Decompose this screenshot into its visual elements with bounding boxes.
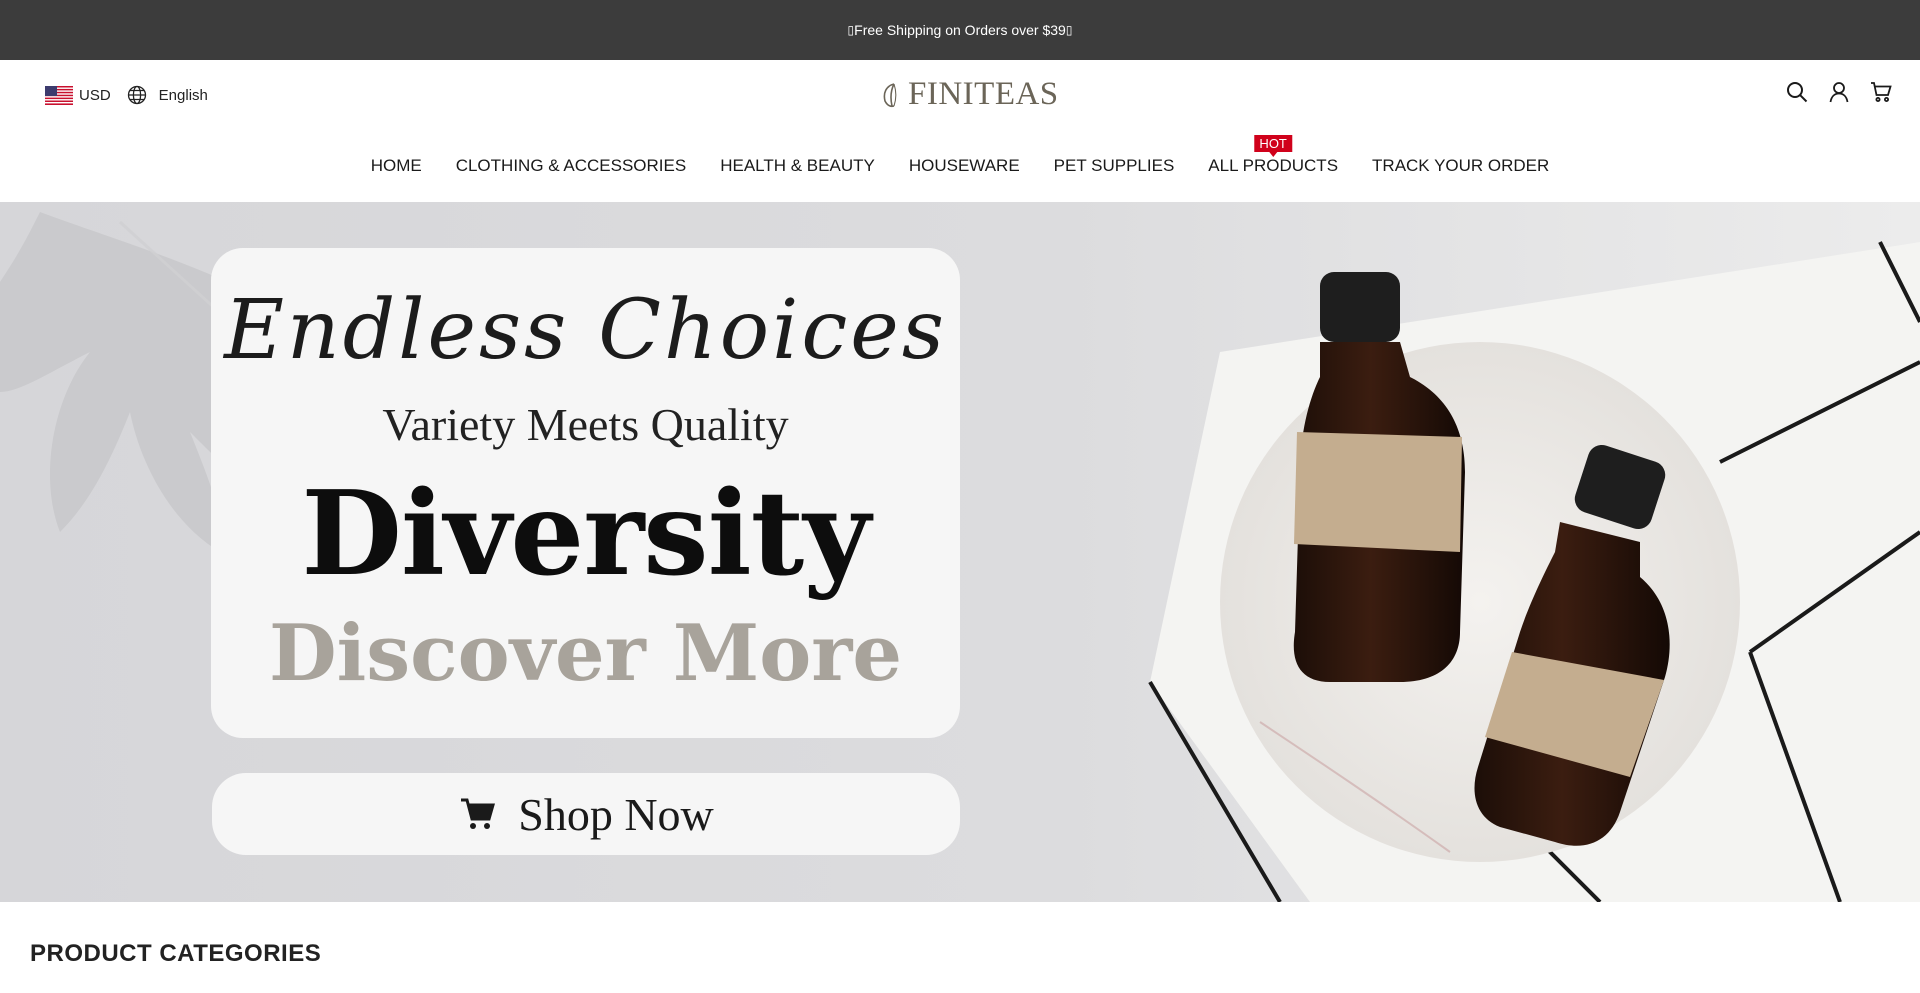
us-flag-icon: [45, 85, 73, 105]
nav-item-pet-supplies[interactable]: PET SUPPLIES: [1054, 156, 1175, 176]
hero-headline: Diversity: [301, 466, 870, 602]
announcement-text: Free Shipping on Orders over $39: [854, 22, 1066, 38]
language-label: English: [158, 86, 208, 104]
currency-selector[interactable]: USD: [45, 85, 111, 105]
product-categories-heading: PRODUCT CATEGORIES: [30, 940, 322, 967]
nav-item-health-beauty[interactable]: HEALTH & BEAUTY: [720, 156, 875, 176]
announcement-bar: ▯ Free Shipping on Orders over $39 ▯: [0, 0, 1920, 60]
nav-item-track-order[interactable]: TRACK YOUR ORDER: [1372, 156, 1549, 176]
hero-banner: Endless Choices Variety Meets Quality Di…: [0, 202, 1920, 902]
hot-badge: HOT: [1254, 135, 1292, 157]
search-icon[interactable]: [1786, 81, 1808, 103]
hero-tagline: Variety Meets Quality: [382, 399, 789, 450]
logo-text: FINITEAS: [908, 76, 1059, 112]
cart-icon[interactable]: [1870, 81, 1892, 103]
announcement-glyph-left: ▯: [847, 23, 855, 37]
announcement-glyph-right: ▯: [1065, 23, 1073, 37]
leaf-logo-icon: [883, 82, 897, 107]
shop-now-label: Shop Now: [518, 788, 714, 840]
hero-script-title: Endless Choices: [224, 283, 947, 378]
language-selector[interactable]: English: [127, 85, 208, 105]
hero-text-card: Endless Choices Variety Meets Quality Di…: [211, 248, 960, 738]
hero-subheadline: Discover More: [269, 608, 902, 699]
shop-now-button[interactable]: Shop Now: [212, 773, 960, 855]
nav-item-home[interactable]: HOME: [371, 156, 422, 176]
locale-selector: USD English: [45, 85, 208, 105]
header-icons: [1786, 81, 1892, 103]
nav-item-all-products[interactable]: HOT ALL PRODUCTS: [1208, 135, 1339, 176]
globe-icon: [127, 85, 146, 105]
nav-item-all-products-label: ALL PRODUCTS: [1208, 156, 1339, 175]
site-logo[interactable]: FINITEAS: [880, 76, 1059, 113]
nav-item-houseware[interactable]: HOUSEWARE: [909, 156, 1020, 176]
shopping-cart-icon: [461, 798, 496, 829]
main-navigation: HOME CLOTHING & ACCESSORIES HEALTH & BEA…: [0, 135, 1920, 176]
currency-label: USD: [79, 86, 111, 104]
site-header: USD English FINITEAS HOME CLOTHING & ACC…: [0, 60, 1920, 203]
nav-item-clothing-accessories[interactable]: CLOTHING & ACCESSORIES: [456, 156, 687, 176]
account-icon[interactable]: [1828, 81, 1850, 103]
